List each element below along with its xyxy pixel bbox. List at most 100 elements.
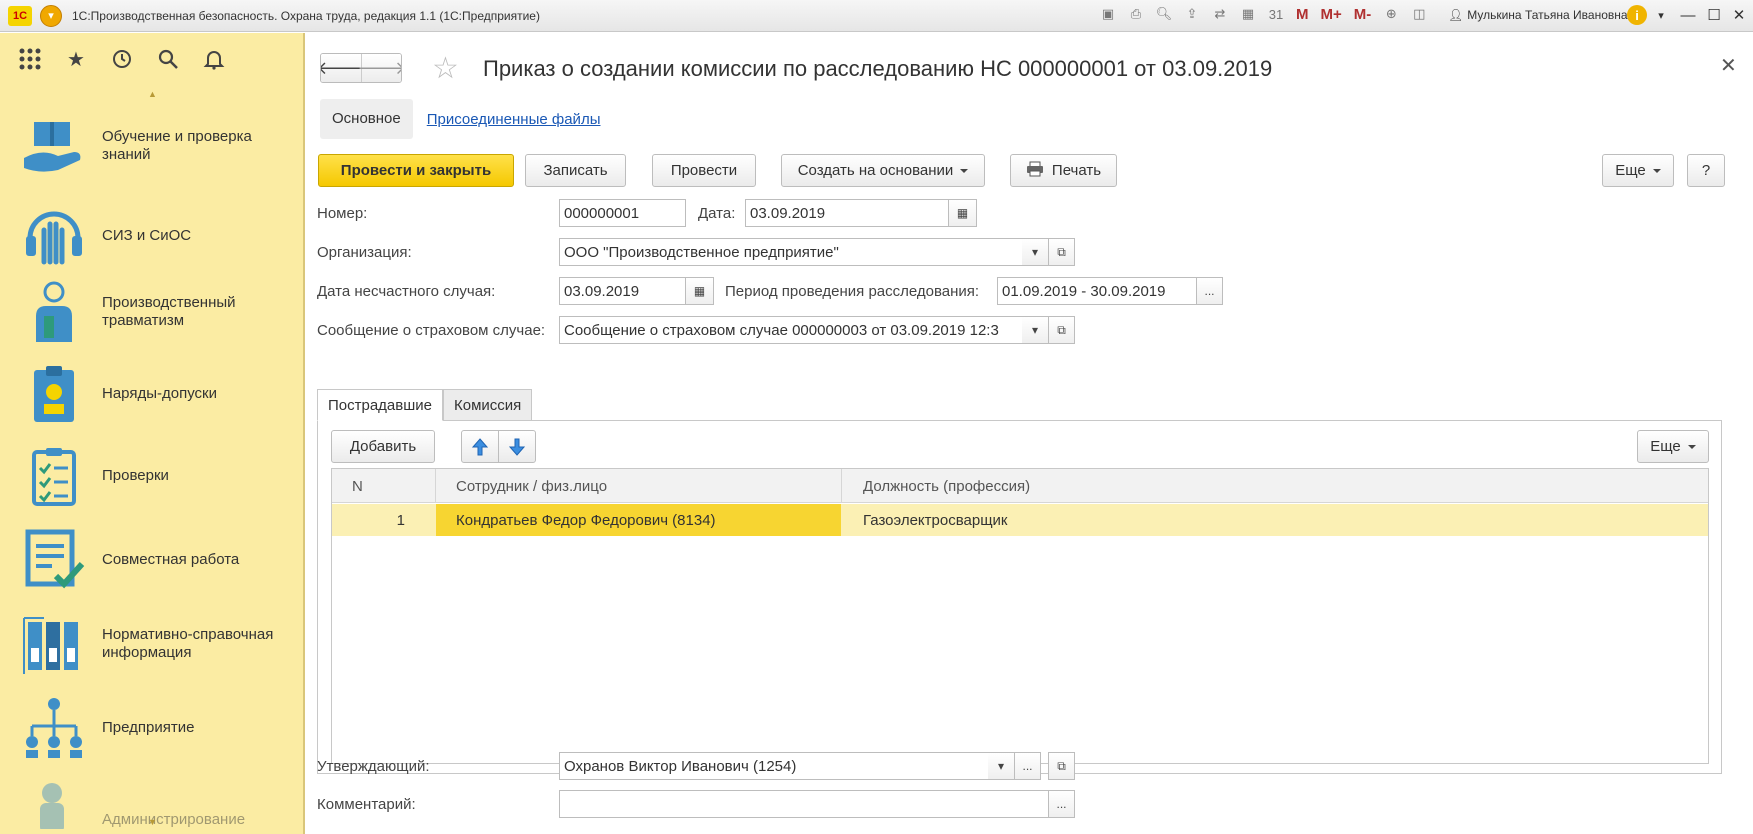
memory-m-button[interactable]: M — [1294, 4, 1311, 24]
dropdown-arrow-icon[interactable]: ▾ — [988, 752, 1015, 780]
insurance-message-field[interactable]: Сообщение о страховом случае 000000003 о… — [559, 316, 1023, 344]
sidebar-scroll-up-icon[interactable]: ▲ — [148, 89, 158, 99]
zoom-icon[interactable]: ⊕ — [1381, 4, 1401, 24]
education-hand-book-icon — [22, 114, 86, 178]
post-button[interactable]: Провести — [652, 154, 756, 187]
table-row[interactable]: 1 Кондратьев Федор Федорович (8134) Газо… — [332, 504, 1708, 536]
forward-arrow-icon[interactable]: 🡒 — [357, 54, 401, 82]
dropdown-arrow-icon[interactable]: ▾ — [1022, 316, 1049, 344]
sidebar-item-ppe[interactable]: СИЗ и СиОС — [0, 203, 303, 269]
sidebar-item-permits[interactable]: Наряды-допуски — [0, 361, 303, 427]
arrow-up-icon — [472, 437, 488, 455]
date-field[interactable]: 03.09.2019 — [745, 199, 949, 227]
back-arrow-icon[interactable]: 🡐 — [321, 54, 365, 82]
move-up-button[interactable] — [461, 430, 499, 463]
post-and-close-button[interactable]: Провести и закрыть — [318, 154, 514, 187]
number-label: Номер: — [317, 205, 368, 222]
accident-date-field[interactable]: 03.09.2019 — [559, 277, 686, 305]
link-icon[interactable]: ⇪ — [1182, 4, 1202, 24]
comment-edit-button[interactable]: ... — [1048, 790, 1075, 818]
calendar-icon[interactable]: 31 — [1266, 4, 1286, 24]
document-check-icon — [22, 528, 86, 592]
sections-panel: ★ ▲ Обучение и проверка знаний СИЗ и СиО… — [0, 33, 305, 834]
user-icon: 👤︎ — [1448, 8, 1464, 22]
memory-minus-button[interactable]: M- — [1352, 4, 1374, 24]
calendar-picker-icon[interactable]: ▦ — [685, 277, 714, 305]
move-down-button[interactable] — [498, 430, 536, 463]
preview-icon[interactable]: 🔍︎ — [1154, 4, 1174, 24]
open-item-icon[interactable]: ⧉ — [1048, 752, 1075, 780]
calculator-icon[interactable]: ▦ — [1238, 4, 1258, 24]
more-button[interactable]: Еще — [1602, 154, 1674, 187]
history-icon[interactable] — [110, 47, 134, 71]
apps-grid-icon[interactable] — [18, 47, 42, 71]
approver-label: Утверждающий: — [317, 758, 430, 775]
sidebar-item-reference[interactable]: Нормативно-справочная информация — [0, 611, 303, 677]
minimize-icon[interactable]: — — [1677, 4, 1699, 26]
tab-commission[interactable]: Комиссия — [443, 389, 533, 421]
search-icon[interactable] — [156, 47, 180, 71]
column-divider — [841, 469, 842, 503]
injured-worker-icon — [22, 280, 86, 344]
approver-field[interactable]: Охранов Виктор Иванович (1254) — [559, 752, 989, 780]
sidebar-item-label: Совместная работа — [102, 551, 240, 568]
sidebar-item-education[interactable]: Обучение и проверка знаний — [0, 113, 303, 179]
sidebar-item-injuries[interactable]: Производственный травматизм — [0, 279, 303, 345]
open-item-icon[interactable]: ⧉ — [1048, 316, 1075, 344]
column-header-employee[interactable]: Сотрудник / физ.лицо — [456, 469, 607, 503]
info-icon[interactable]: i — [1627, 5, 1647, 25]
close-window-icon[interactable]: ✕ — [1728, 4, 1750, 26]
save-button[interactable]: Записать — [525, 154, 626, 187]
title-bar: 1С ▾ 1С:Производственная безопасность. О… — [0, 0, 1753, 32]
title-toolbar: ▣ ⎙ 🔍︎ ⇪ ⇄ ▦ 31 M M+ M- ⊕ ◫ — [1098, 4, 1429, 24]
comment-field[interactable] — [559, 790, 1049, 818]
row-employee-cell[interactable]: Кондратьев Федор Федорович (8134) — [436, 504, 841, 536]
window-menu-chevron-icon[interactable]: ▾ — [1650, 4, 1672, 26]
panel-layout-icon[interactable]: ◫ — [1409, 4, 1429, 24]
investigation-period-field[interactable]: 01.09.2019 - 30.09.2019 — [997, 277, 1197, 305]
tab-attached-files[interactable]: Присоединенные файлы — [427, 111, 601, 128]
table-more-button[interactable]: Еще — [1637, 430, 1709, 463]
tab-main[interactable]: Основное — [320, 99, 413, 139]
send-icon[interactable]: ⇄ — [1210, 4, 1230, 24]
more-label: Еще — [1615, 162, 1646, 179]
sidebar-item-label: Наряды-допуски — [102, 385, 217, 402]
row-position-cell[interactable]: Газоэлектросварщик — [863, 504, 1007, 536]
current-user[interactable]: 👤︎ Мулькина Татьяна Ивановна — [1448, 8, 1628, 22]
help-button[interactable]: ? — [1687, 154, 1725, 187]
dropdown-arrow-icon[interactable]: ▾ — [1022, 238, 1049, 266]
print-button[interactable]: Печать — [1010, 154, 1117, 187]
favorites-star-icon[interactable]: ★ — [64, 47, 88, 71]
organization-field[interactable]: ООО "Производственное предприятие" — [559, 238, 1023, 266]
sidebar-item-enterprise[interactable]: Предприятие — [0, 695, 303, 761]
memory-plus-button[interactable]: M+ — [1319, 4, 1344, 24]
sidebar-item-audits[interactable]: Проверки — [0, 443, 303, 509]
helmet-glove-icon — [22, 204, 86, 268]
printer-icon — [1026, 161, 1044, 181]
print-icon[interactable]: ⎙ — [1126, 4, 1146, 24]
close-form-icon[interactable]: ✕ — [1720, 53, 1737, 78]
main-menu-button[interactable]: ▾ — [40, 4, 62, 27]
sidebar-item-collaboration[interactable]: Совместная работа — [0, 527, 303, 593]
period-select-button[interactable]: ... — [1196, 277, 1223, 305]
open-item-icon[interactable]: ⧉ — [1048, 238, 1075, 266]
create-based-on-button[interactable]: Создать на основании — [781, 154, 985, 187]
sections-toolbar: ★ — [0, 33, 303, 85]
window-title: 1С:Производственная безопасность. Охрана… — [72, 8, 540, 23]
column-header-position[interactable]: Должность (профессия) — [863, 469, 1030, 503]
maximize-icon[interactable]: ☐ — [1703, 4, 1725, 26]
tab-victims[interactable]: Пострадавшие — [317, 389, 443, 421]
column-header-n[interactable]: N — [352, 469, 363, 503]
sidebar-scroll-down-icon[interactable]: ▼ — [148, 817, 157, 827]
sidebar-item-label: Обучение и проверка знаний — [102, 128, 252, 163]
number-field[interactable]: 000000001 — [559, 199, 686, 227]
table-header: N Сотрудник / физ.лицо Должность (профес… — [332, 469, 1708, 503]
sidebar-item-label: Администрирование — [102, 811, 246, 828]
save-icon[interactable]: ▣ — [1098, 4, 1118, 24]
favorite-star-icon[interactable]: ☆ — [432, 51, 459, 86]
select-button[interactable]: ... — [1014, 752, 1041, 780]
notifications-bell-icon[interactable] — [202, 47, 226, 71]
add-row-button[interactable]: Добавить — [331, 430, 435, 463]
dropdown-caret-icon — [960, 168, 969, 173]
calendar-picker-icon[interactable]: ▦ — [948, 199, 977, 227]
